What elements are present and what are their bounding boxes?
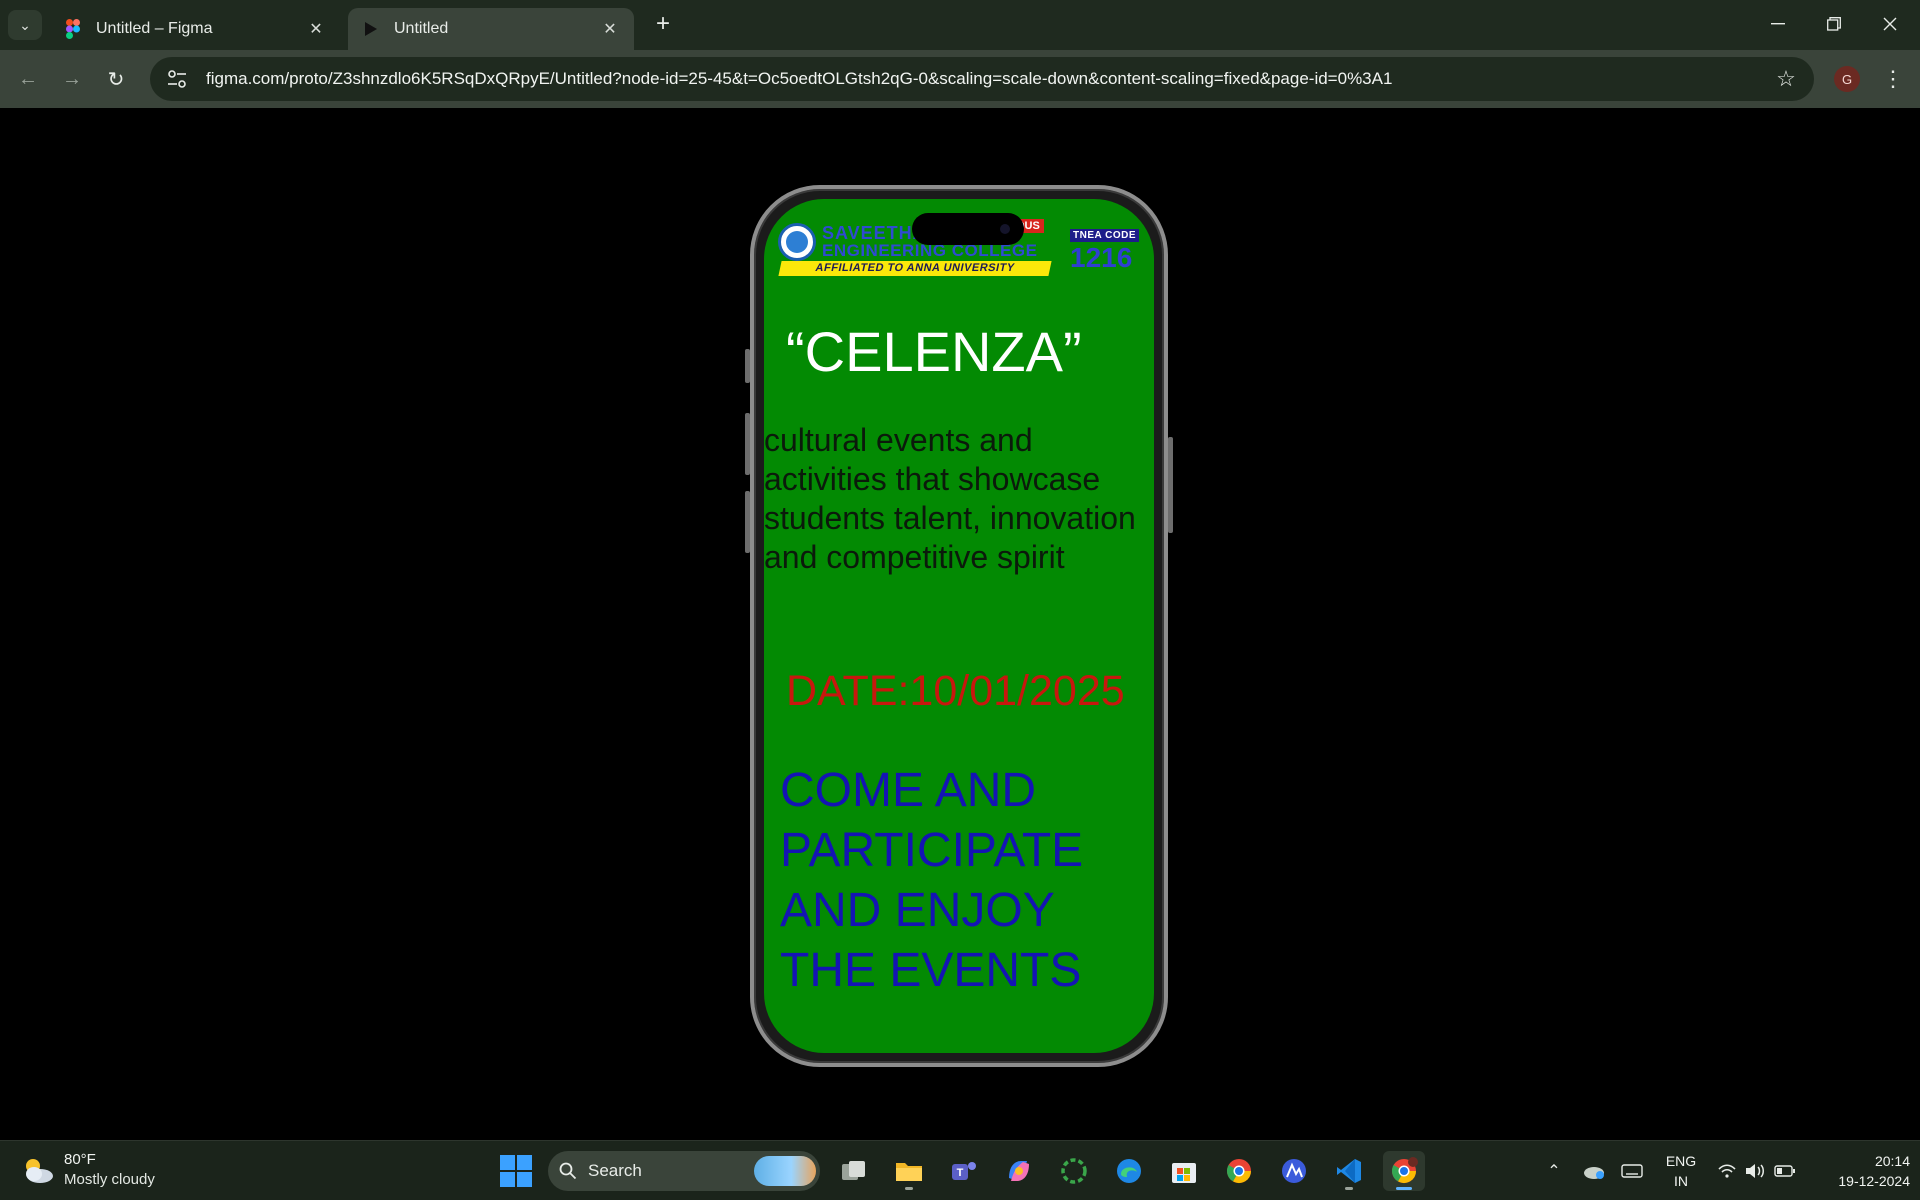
minimize-button[interactable]	[1758, 8, 1798, 40]
language-indicator[interactable]: ENG IN	[1662, 1151, 1700, 1191]
tnea-code-block: TNEA CODE 1216	[1070, 225, 1144, 279]
chevron-down-icon: ⌄	[19, 16, 31, 33]
partly-cloudy-icon	[26, 1159, 53, 1183]
event-call-to-action: COME AND PARTICIPATE AND ENJOY THE EVENT…	[780, 764, 1084, 997]
event-description: cultural events and activities that show…	[764, 422, 1136, 575]
figma-icon	[64, 19, 82, 39]
tab-untitled[interactable]: Untitled ✕	[348, 8, 634, 50]
tnea-label: TNEA CODE	[1070, 229, 1140, 242]
taskbar-search[interactable]: Search	[548, 1151, 820, 1191]
phone-side-button	[745, 349, 750, 383]
system-clock[interactable]: 20:14 19-12-2024	[1810, 1151, 1910, 1191]
forward-button[interactable]: →	[56, 63, 88, 95]
start-button[interactable]	[500, 1155, 532, 1187]
back-button[interactable]: ←	[12, 63, 44, 95]
region-code: IN	[1674, 1173, 1688, 1189]
windows-logo-icon	[500, 1155, 515, 1170]
loading-app-icon[interactable]	[1053, 1151, 1095, 1191]
restore-button[interactable]	[1814, 8, 1854, 40]
url-text[interactable]: figma.com/proto/Z3shnzdlo6K5RSqDxQRpyE/U…	[198, 69, 1766, 89]
tune-icon	[168, 70, 186, 88]
play-icon	[362, 20, 380, 38]
language-code: ENG	[1665, 1153, 1697, 1169]
arrow-right-icon: →	[62, 67, 82, 90]
search-highlight-image	[754, 1156, 816, 1186]
tab-title: Untitled	[394, 20, 449, 37]
new-tab-button[interactable]: +	[650, 12, 676, 38]
arc-app-icon[interactable]	[1273, 1151, 1315, 1191]
windows-taskbar: 80°F Mostly cloudy Search T ⌃ ENG IN 20:…	[0, 1140, 1920, 1200]
weather-temp: 80°F	[64, 1151, 96, 1168]
prototype-screen[interactable]: SAVEETHA OUS ENGINEERING COLLEGE AFFILIA…	[764, 199, 1154, 1053]
chrome-profile-icon[interactable]	[1383, 1151, 1425, 1191]
tab-title: Untitled – Figma	[96, 20, 213, 37]
arrow-left-icon: ←	[18, 67, 38, 90]
teams-icon[interactable]: T	[943, 1151, 985, 1191]
clock-date: 19-12-2024	[1838, 1173, 1910, 1189]
show-hidden-icons-button[interactable]: ⌃	[1542, 1157, 1566, 1185]
event-date: DATE:10/01/2025	[786, 667, 1125, 715]
clock-time: 20:14	[1874, 1153, 1910, 1169]
svg-text:T: T	[957, 1167, 964, 1179]
phone-side-button	[1168, 437, 1173, 533]
task-view-icon[interactable]	[833, 1151, 875, 1191]
weather-condition: Mostly cloudy	[64, 1171, 155, 1188]
close-icon[interactable]: ✕	[306, 19, 326, 39]
store-icon[interactable]	[1163, 1151, 1205, 1191]
keyboard-icon[interactable]	[1618, 1157, 1646, 1185]
logo-affiliation: AFFILIATED TO ANNA UNIVERSITY	[778, 261, 1052, 276]
search-label: Search	[588, 1161, 642, 1180]
chrome-icon[interactable]	[1218, 1151, 1260, 1191]
close-window-button[interactable]	[1870, 8, 1910, 40]
file-explorer-icon[interactable]	[888, 1151, 930, 1191]
address-bar[interactable]: figma.com/proto/Z3shnzdlo6K5RSqDxQRpyE/U…	[150, 57, 1814, 101]
more-menu-button[interactable]: ⋮	[1878, 63, 1908, 95]
college-seal-icon	[778, 223, 816, 261]
close-icon[interactable]: ✕	[600, 19, 620, 39]
browser-tab-bar: ⌄ Untitled – Figma ✕ Untitled ✕ +	[0, 0, 1920, 50]
tab-figma[interactable]: Untitled – Figma ✕	[50, 8, 340, 50]
more-vertical-icon: ⋮	[1882, 66, 1904, 91]
copilot-icon[interactable]	[998, 1151, 1040, 1191]
browser-toolbar: ← → ↻ figma.com/proto/Z3shnzdlo6K5RSqDxQ…	[0, 50, 1920, 108]
event-headline: “CELENZA”	[786, 320, 1082, 383]
battery-icon[interactable]	[1772, 1157, 1798, 1185]
tnea-code: 1216	[1070, 242, 1133, 273]
site-info-button[interactable]	[156, 63, 198, 95]
bookmark-button[interactable]: ☆	[1766, 59, 1806, 99]
dynamic-island	[912, 213, 1024, 245]
star-icon: ☆	[1776, 66, 1796, 91]
search-icon	[548, 1162, 588, 1180]
vscode-icon[interactable]	[1328, 1151, 1370, 1191]
onedrive-icon[interactable]	[1580, 1157, 1608, 1185]
reload-button[interactable]: ↻	[100, 63, 132, 95]
weather-widget[interactable]: 80°F Mostly cloudy	[20, 1149, 180, 1193]
prototype-viewport: SAVEETHA OUS ENGINEERING COLLEGE AFFILIA…	[0, 108, 1920, 1140]
volume-icon[interactable]	[1742, 1157, 1768, 1185]
profile-avatar[interactable]: G	[1834, 66, 1860, 92]
phone-side-button	[745, 413, 750, 475]
wifi-icon[interactable]	[1714, 1157, 1740, 1185]
phone-frame: SAVEETHA OUS ENGINEERING COLLEGE AFFILIA…	[745, 185, 1173, 1067]
chevron-up-icon: ⌃	[1547, 1163, 1561, 1180]
edge-icon[interactable]	[1108, 1151, 1150, 1191]
phone-side-button	[745, 491, 750, 553]
tab-search-button[interactable]: ⌄	[8, 10, 42, 40]
reload-icon: ↻	[107, 68, 125, 91]
